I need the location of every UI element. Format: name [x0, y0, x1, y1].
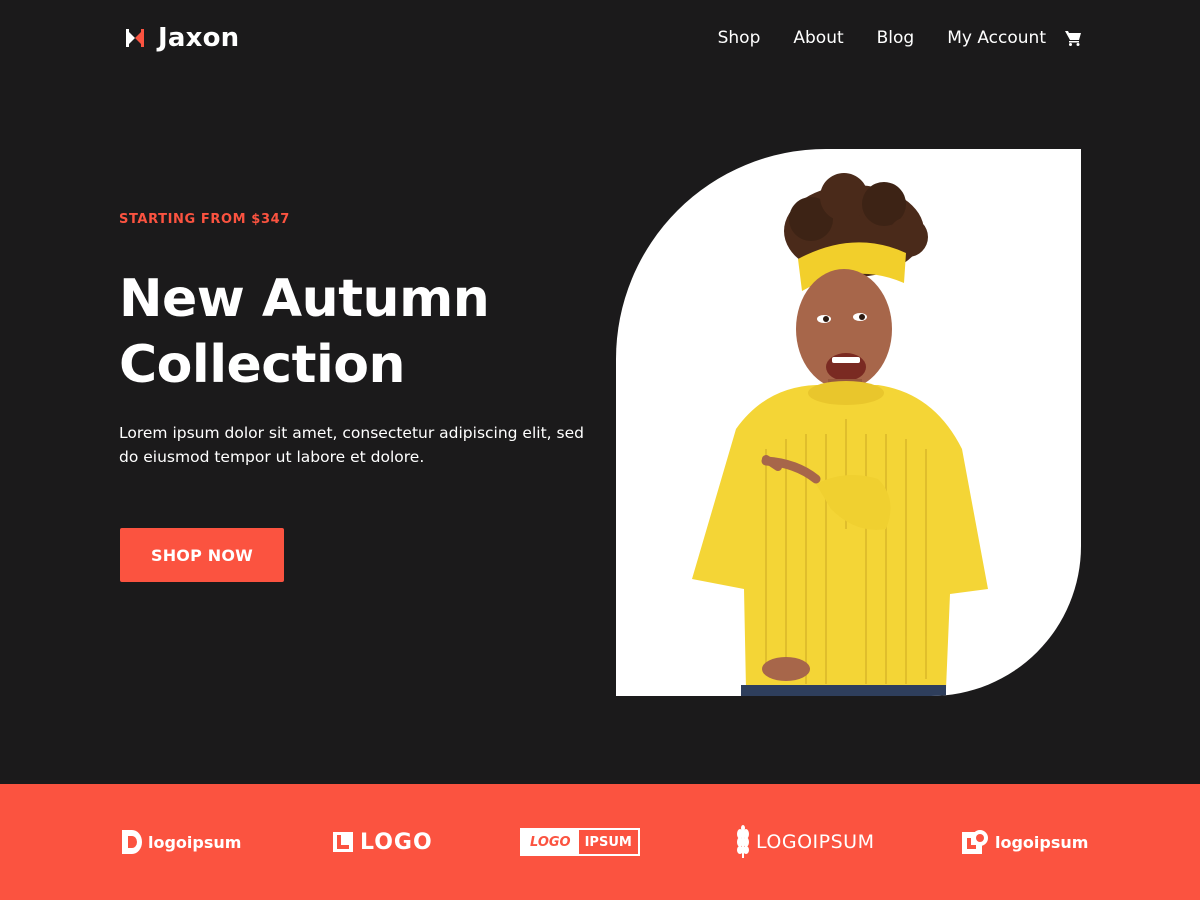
- partner-logos: logoipsum LOGO LOGO IPSUM LOGOIPSUM logo…: [0, 784, 1200, 900]
- woman-in-yellow-sweater-illustration: [692, 173, 988, 696]
- jaxon-logo-icon: [126, 29, 144, 47]
- partner-logo-3: LOGO IPSUM: [520, 784, 640, 900]
- nav-about[interactable]: About: [793, 28, 843, 48]
- shop-now-button[interactable]: SHOP NOW: [120, 528, 284, 582]
- nav-my-account[interactable]: My Account: [947, 28, 1046, 48]
- brand-name: Jaxon: [158, 23, 240, 53]
- hero-title: New Autumn Collection: [119, 269, 490, 395]
- hero-image: [616, 149, 1081, 696]
- logo-ipsum-box: LOGO IPSUM: [520, 828, 640, 856]
- wheat-icon: [737, 825, 749, 858]
- partner-logo-1: logoipsum: [120, 784, 241, 900]
- partner-logo-2-text: LOGO: [360, 829, 433, 855]
- partner-logo-3-right: IPSUM: [584, 834, 632, 850]
- logo-l-icon: [333, 832, 353, 852]
- partner-logo-5-text: logoipsum: [995, 832, 1089, 852]
- partner-logo-3-left: LOGO: [522, 830, 579, 854]
- hero-description: Lorem ipsum dolor sit amet, consectetur …: [119, 424, 584, 466]
- site-header: Jaxon Shop About Blog My Account: [0, 0, 1200, 80]
- logoipsum-square-icon: [962, 830, 988, 854]
- logoipsum-badge-icon: [122, 830, 142, 854]
- partner-logo-1-text: logoipsum: [148, 832, 242, 852]
- cart-icon[interactable]: [1064, 29, 1082, 47]
- partner-logo-4-text: LOGOIPSUM: [756, 831, 875, 853]
- partner-logo-5: logoipsum: [961, 784, 1088, 900]
- nav-blog[interactable]: Blog: [877, 28, 915, 48]
- main-nav: Shop About Blog My Account: [718, 24, 1082, 52]
- partner-logo-2: LOGO: [332, 784, 433, 900]
- nav-shop[interactable]: Shop: [718, 28, 761, 48]
- hero-eyebrow: STARTING FROM $347: [119, 212, 290, 227]
- brand-logo[interactable]: Jaxon: [124, 22, 239, 54]
- partner-logo-4: LOGOIPSUM: [736, 784, 874, 900]
